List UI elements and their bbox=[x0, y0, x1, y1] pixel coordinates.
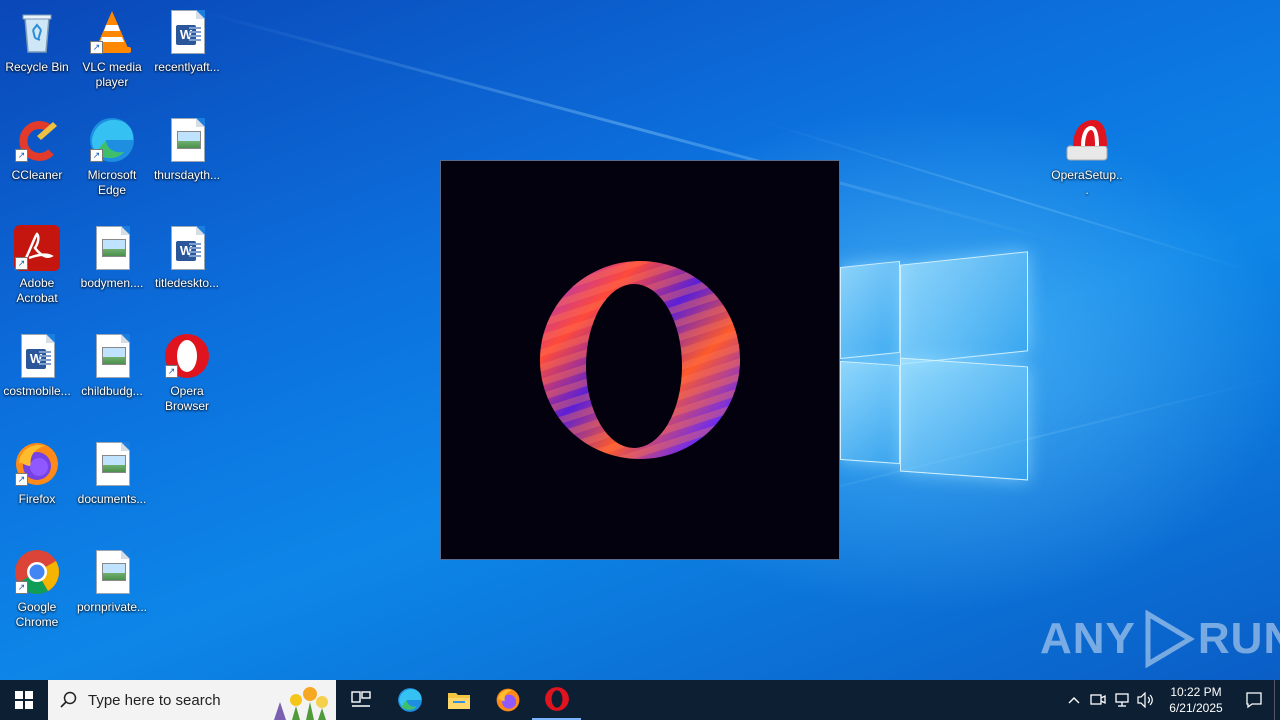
tray-meet-now-button[interactable] bbox=[1086, 680, 1110, 720]
taskbar: Type here to search 10:22 PM 6/21/2025 bbox=[0, 680, 1280, 720]
watermark-text: RUN bbox=[1197, 614, 1280, 663]
desktop-icon-pornprivate[interactable]: pornprivate... bbox=[75, 548, 149, 615]
clock-date: 6/21/2025 bbox=[1169, 701, 1223, 715]
desktop-icon-adobe-acrobat[interactable]: ↗ Adobe Acrobat bbox=[0, 224, 74, 306]
desktop-icon-costmobile[interactable]: W costmobile... bbox=[0, 332, 74, 399]
icon-label: Firefox bbox=[18, 492, 56, 506]
icon-label: Adobe Acrobat bbox=[16, 276, 58, 305]
taskbar-search-box[interactable]: Type here to search bbox=[48, 680, 336, 720]
image-file-icon bbox=[163, 116, 211, 164]
desktop-icon-microsoft-edge[interactable]: ↗ Microsoft Edge bbox=[75, 116, 149, 198]
chevron-up-icon bbox=[1068, 697, 1080, 704]
recycle-bin-icon bbox=[13, 8, 61, 56]
desktop-icon-bodymen[interactable]: bodymen.... bbox=[75, 224, 149, 291]
icon-label: documents... bbox=[77, 492, 147, 506]
task-view-icon bbox=[350, 691, 371, 707]
icon-label: costmobile... bbox=[3, 384, 71, 398]
ccleaner-icon: ↗ bbox=[13, 116, 61, 164]
image-file-icon bbox=[88, 332, 136, 380]
opera-icon bbox=[544, 687, 569, 711]
desktop-icon-titledeskto[interactable]: W titledeskto... bbox=[150, 224, 224, 291]
vlc-icon: ↗ bbox=[88, 8, 136, 56]
icon-label: CCleaner bbox=[11, 168, 63, 182]
search-highlight-flowers-icon bbox=[274, 687, 328, 720]
search-icon bbox=[60, 691, 77, 708]
image-file-icon bbox=[88, 224, 136, 272]
desktop-icon-recentlyaft[interactable]: W recentlyaft... bbox=[150, 8, 224, 75]
watermark-text: ANY bbox=[1040, 614, 1136, 663]
desktop-icon-google-chrome[interactable]: ↗ Google Chrome bbox=[0, 548, 74, 630]
system-tray: 10:22 PM 6/21/2025 bbox=[1062, 680, 1280, 720]
windows-start-icon bbox=[15, 691, 33, 709]
desktop-icon-documents[interactable]: documents... bbox=[75, 440, 149, 507]
edge-icon: ↗ bbox=[88, 116, 136, 164]
desktop-icon-firefox[interactable]: ↗ Firefox bbox=[0, 440, 74, 507]
desktop-icon-thursdayth[interactable]: thursdayth... bbox=[150, 116, 224, 183]
tray-volume-button[interactable] bbox=[1134, 680, 1158, 720]
taskbar-edge-button[interactable] bbox=[385, 680, 434, 720]
edge-icon bbox=[397, 688, 422, 712]
icon-label: Recycle Bin bbox=[5, 60, 69, 74]
word-document-icon: W bbox=[163, 224, 211, 272]
icon-label: VLC media player bbox=[82, 60, 142, 89]
icon-label: titledeskto... bbox=[154, 276, 220, 290]
word-document-icon: W bbox=[163, 8, 211, 56]
desktop[interactable]: Recycle Bin ↗ CCleaner ↗ Adobe Acrobat W… bbox=[0, 0, 1280, 680]
firefox-icon bbox=[496, 688, 519, 712]
start-button[interactable] bbox=[0, 680, 48, 720]
taskbar-file-explorer-button[interactable] bbox=[434, 680, 483, 720]
play-icon bbox=[1145, 610, 1195, 668]
desktop-icon-ccleaner[interactable]: ↗ CCleaner bbox=[0, 116, 74, 183]
desktop-icon-opera-browser[interactable]: ↗ Opera Browser bbox=[150, 332, 224, 414]
taskbar-opera-button[interactable] bbox=[532, 680, 581, 720]
show-desktop-button[interactable] bbox=[1274, 680, 1280, 720]
show-hidden-icons-button[interactable] bbox=[1062, 680, 1086, 720]
word-document-icon: W bbox=[13, 332, 61, 380]
desktop-icon-recycle-bin[interactable]: Recycle Bin bbox=[0, 8, 74, 75]
opera-logo-icon bbox=[540, 261, 740, 459]
windows-wallpaper-logo bbox=[830, 240, 1030, 481]
opera-setup-icon bbox=[1063, 116, 1111, 164]
image-file-icon bbox=[88, 548, 136, 596]
firefox-icon: ↗ bbox=[13, 440, 61, 488]
image-file-icon bbox=[88, 440, 136, 488]
icon-label: recentlyaft... bbox=[154, 60, 220, 74]
camera-icon bbox=[1090, 694, 1106, 705]
action-center-button[interactable] bbox=[1234, 680, 1274, 720]
opera-splash-window bbox=[440, 160, 840, 560]
task-view-button[interactable] bbox=[336, 680, 385, 720]
icon-label: Microsoft Edge bbox=[87, 168, 137, 197]
acrobat-icon: ↗ bbox=[13, 224, 61, 272]
icon-label: childbudg... bbox=[81, 384, 143, 398]
anyrun-watermark: ANY RUN bbox=[1040, 610, 1280, 668]
opera-icon: ↗ bbox=[163, 332, 211, 380]
speaker-icon bbox=[1137, 692, 1153, 708]
chrome-icon: ↗ bbox=[13, 548, 61, 596]
icon-label: Opera Browser bbox=[164, 384, 209, 413]
clock-time: 10:22 PM bbox=[1170, 685, 1222, 699]
desktop-icon-childbudg[interactable]: childbudg... bbox=[75, 332, 149, 399]
file-explorer-icon bbox=[447, 693, 470, 709]
tray-network-button[interactable] bbox=[1110, 680, 1134, 720]
network-icon bbox=[1115, 693, 1129, 707]
icon-label: Google Chrome bbox=[15, 600, 59, 629]
desktop-icon-opera-setup[interactable]: OperaSetup... bbox=[1050, 116, 1124, 198]
notification-icon bbox=[1246, 692, 1262, 709]
search-placeholder: Type here to search bbox=[88, 691, 221, 709]
icon-label: pornprivate... bbox=[76, 600, 148, 614]
desktop-icon-vlc[interactable]: ↗ VLC media player bbox=[75, 8, 149, 90]
icon-label: thursdayth... bbox=[153, 168, 221, 182]
icon-label: OperaSetup... bbox=[1051, 168, 1123, 197]
taskbar-clock[interactable]: 10:22 PM 6/21/2025 bbox=[1158, 684, 1234, 716]
taskbar-firefox-button[interactable] bbox=[483, 680, 532, 720]
icon-label: bodymen.... bbox=[80, 276, 144, 290]
